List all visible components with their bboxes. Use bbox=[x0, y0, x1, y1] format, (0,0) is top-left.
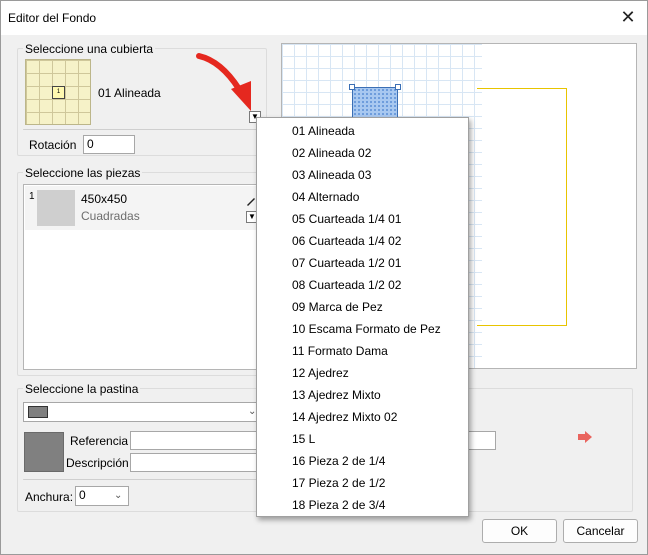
dropdown-item[interactable]: 04 Alternado bbox=[292, 186, 359, 208]
arrow-right-icon[interactable] bbox=[578, 431, 592, 443]
dropdown-item[interactable]: 13 Ajedrez Mixto bbox=[292, 384, 381, 406]
dropdown-item[interactable]: 12 Ajedrez bbox=[292, 362, 349, 384]
reference-label: Referencia bbox=[70, 434, 129, 448]
cover-thumbnail[interactable]: 1 bbox=[25, 59, 91, 125]
dropdown-item[interactable]: 09 Marca de Pez bbox=[292, 296, 383, 318]
dropdown-item[interactable]: 18 Pieza 2 de 3/4 bbox=[292, 494, 385, 516]
pieces-group-label: Seleccione las piezas bbox=[23, 166, 143, 180]
description-input[interactable] bbox=[130, 453, 260, 472]
dropdown-item[interactable]: 06 Cuarteada 1/4 02 bbox=[292, 230, 401, 252]
chevron-down-icon: ⌄ bbox=[114, 490, 123, 501]
dropdown-item[interactable]: 10 Escama Formato de Pez bbox=[292, 318, 441, 340]
close-icon[interactable]: ✕ bbox=[615, 5, 641, 29]
width-value: 0 bbox=[79, 488, 86, 502]
grout-swatch bbox=[24, 432, 64, 472]
tile-handle[interactable] bbox=[395, 84, 401, 90]
dropdown-item[interactable]: 01 Alineada bbox=[292, 120, 355, 142]
dropdown-item[interactable]: 02 Alineada 02 bbox=[292, 142, 371, 164]
ok-button[interactable]: OK bbox=[482, 519, 557, 543]
reference-input[interactable] bbox=[130, 431, 260, 450]
dropdown-item[interactable]: 07 Cuarteada 1/2 01 bbox=[292, 252, 401, 274]
rotation-input[interactable]: 0 bbox=[83, 135, 135, 154]
title-bar: Editor del Fondo ✕ bbox=[1, 1, 647, 35]
cancel-button[interactable]: Cancelar bbox=[563, 519, 638, 543]
list-item[interactable]: 1 450x450 Cuadradas bbox=[25, 186, 259, 230]
red-arrow-icon bbox=[196, 53, 251, 111]
cover-dropdown-list[interactable]: 01 Alineada 02 Alineada 02 03 Alineada 03 0… bbox=[256, 117, 469, 517]
dropdown-item[interactable]: 17 Pieza 2 de 1/2 bbox=[292, 472, 385, 494]
grout-color-chip bbox=[28, 406, 48, 418]
grout-group-label: Seleccione la pastina bbox=[23, 382, 141, 396]
piece-index: 1 bbox=[29, 191, 35, 202]
dropdown-item[interactable]: 11 Formato Dama bbox=[292, 340, 388, 362]
cover-selected-name: 01 Alineada bbox=[98, 86, 161, 100]
piece-thumbnail bbox=[37, 190, 75, 226]
dropdown-item[interactable]: 05 Cuarteada 1/4 01 bbox=[292, 208, 401, 230]
rotation-label: Rotación bbox=[29, 138, 77, 152]
rotation-divider bbox=[23, 129, 263, 130]
piece-type: Cuadradas bbox=[81, 209, 140, 223]
window-title: Editor del Fondo bbox=[8, 11, 97, 25]
width-label: Anchura: bbox=[25, 490, 74, 504]
chevron-down-icon: ▼ bbox=[248, 212, 256, 221]
preview-area-outline bbox=[477, 88, 567, 326]
dropdown-item[interactable]: 16 Pieza 2 de 1/4 bbox=[292, 450, 385, 472]
piece-size: 450x450 bbox=[81, 192, 128, 206]
pieces-list[interactable]: 1 450x450 Cuadradas ▼ bbox=[23, 184, 261, 370]
dropdown-item[interactable]: 15 L bbox=[292, 428, 315, 450]
rotation-value: 0 bbox=[87, 137, 94, 151]
tile-handle[interactable] bbox=[349, 84, 355, 90]
dropdown-item[interactable]: 08 Cuarteada 1/2 02 bbox=[292, 274, 401, 296]
grout-divider bbox=[23, 479, 263, 480]
cover-group-label: Seleccione una cubierta bbox=[23, 42, 156, 56]
editor-window: Editor del Fondo ✕ Seleccione una cubier… bbox=[0, 0, 648, 555]
dropdown-item[interactable]: 14 Ajedrez Mixto 02 bbox=[292, 406, 397, 428]
width-select[interactable]: 0 ⌄ bbox=[75, 486, 129, 506]
description-label: Descripción bbox=[66, 456, 129, 470]
dropdown-item[interactable]: 03 Alineada 03 bbox=[292, 164, 371, 186]
cover-thumbnail-center: 1 bbox=[52, 86, 65, 99]
grout-color-select[interactable]: ⌄ bbox=[23, 402, 263, 422]
